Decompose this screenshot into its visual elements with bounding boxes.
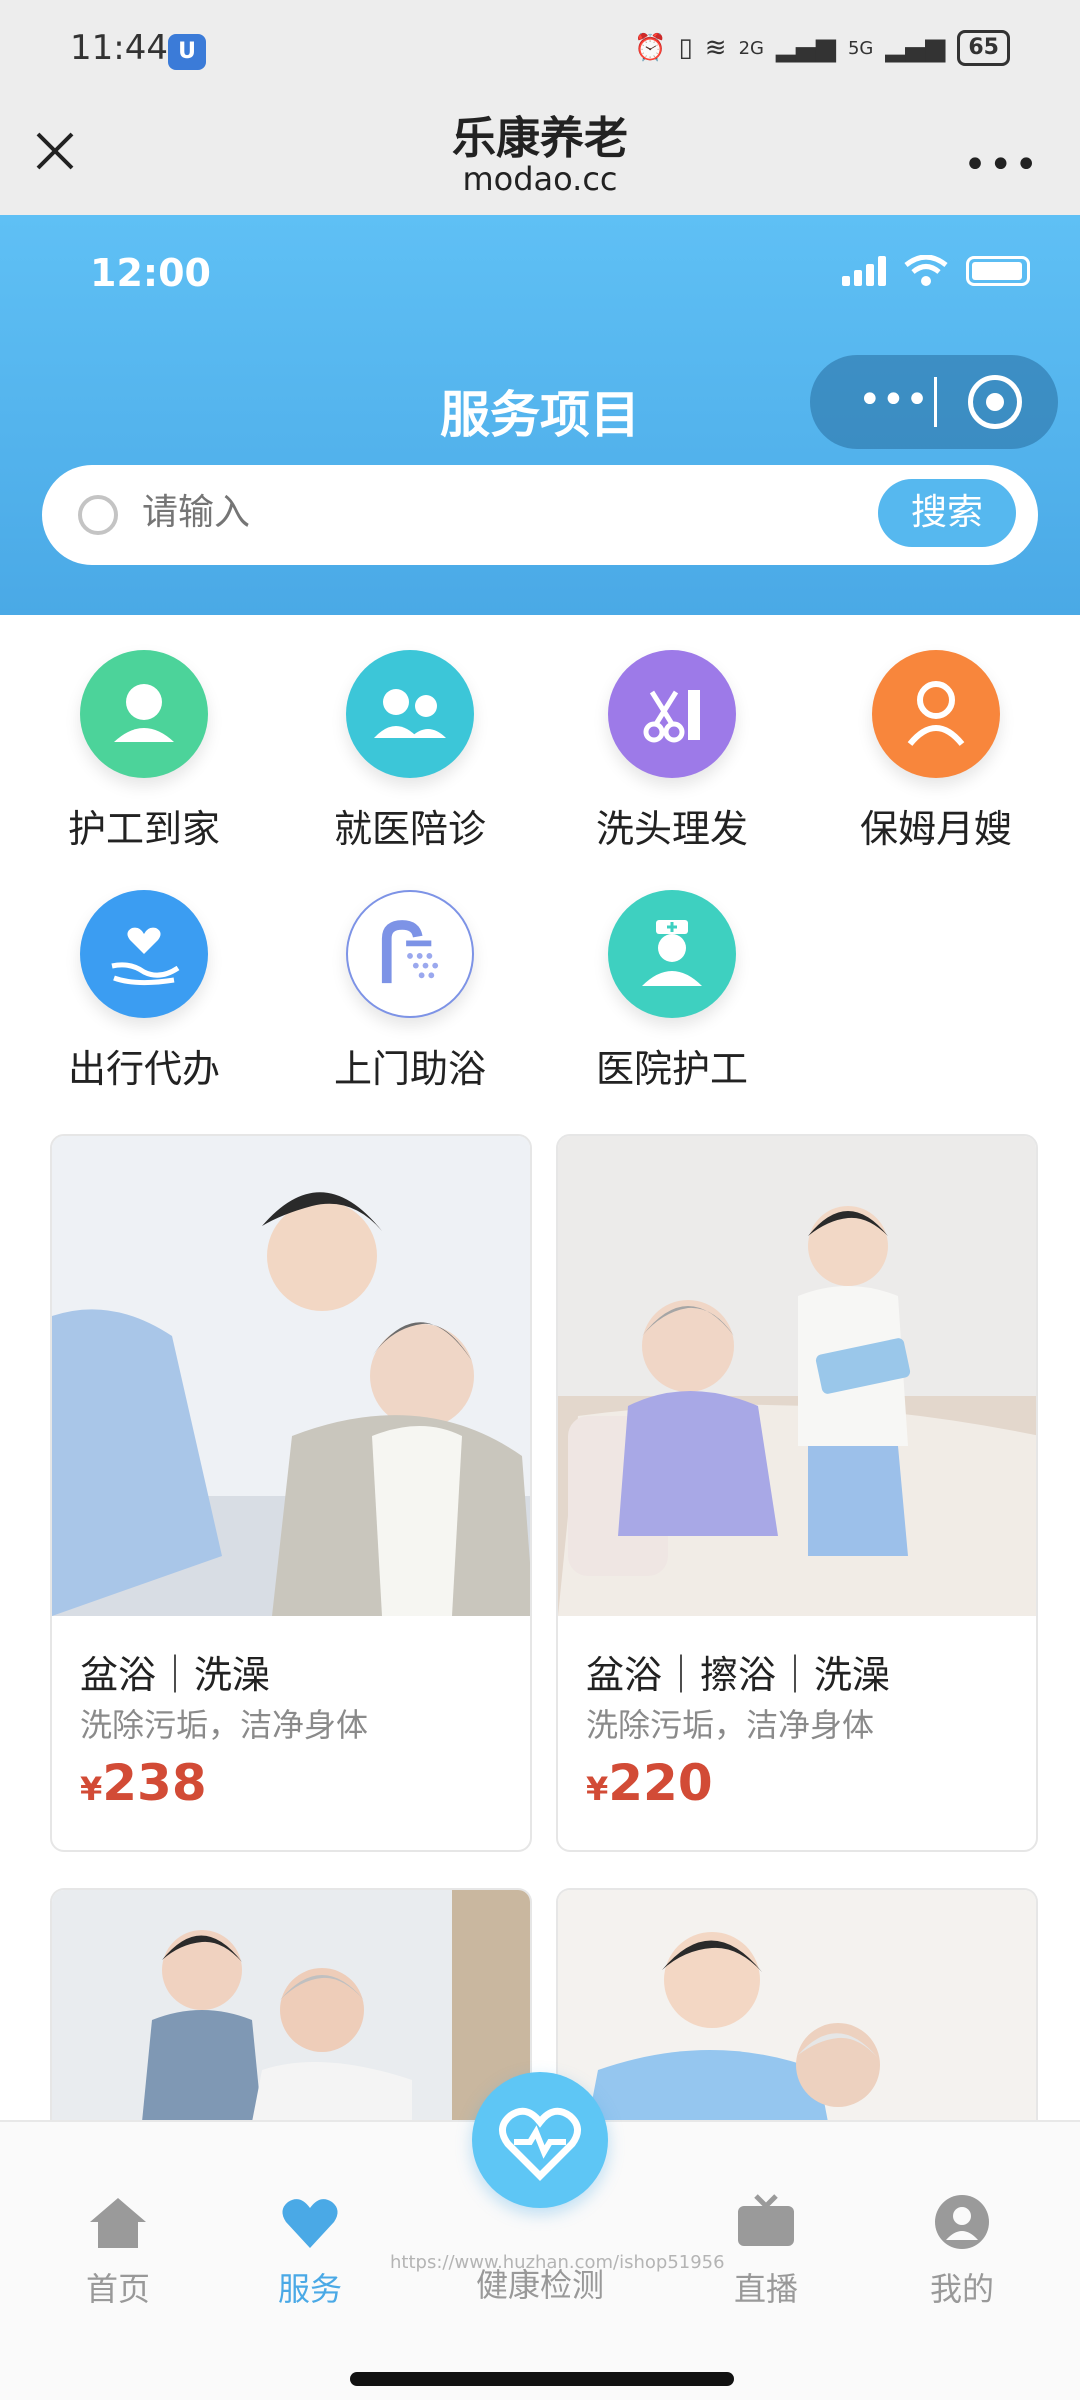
network-label-2: 5G bbox=[847, 37, 874, 59]
service-haircut[interactable]: 洗头理发 bbox=[542, 650, 802, 853]
cellular-signal-icon bbox=[842, 256, 886, 286]
system-time: 11:44 bbox=[70, 28, 168, 68]
tab-label: 首页 bbox=[85, 2270, 150, 2308]
signal-icon-1: ▂▄▆ bbox=[775, 33, 836, 63]
service-hospital-caregiver[interactable]: 医院护工 bbox=[542, 890, 802, 1093]
nurse-icon bbox=[608, 890, 736, 1018]
heart-pulse-icon bbox=[499, 2107, 581, 2181]
menu-dots-icon[interactable]: ••• bbox=[858, 377, 929, 423]
user-icon bbox=[935, 2195, 989, 2249]
search-button[interactable]: 搜索 bbox=[878, 479, 1016, 547]
service-label: 保姆月嫂 bbox=[859, 807, 1012, 851]
mini-program-capsule[interactable]: ••• bbox=[810, 355, 1058, 449]
service-caregiver-home[interactable]: 护工到家 bbox=[14, 650, 274, 853]
system-icons: ⏰ ▯ ≋ 2G ▂▄▆ 5G ▂▄▆ 65 bbox=[634, 30, 1010, 66]
product-card[interactable] bbox=[556, 1888, 1038, 2120]
price-value: 238 bbox=[102, 1754, 207, 1812]
product-description: 洗除污垢，洁净身体 bbox=[586, 1706, 875, 1744]
more-options-icon[interactable]: ••• bbox=[963, 142, 1040, 188]
tab-service[interactable]: 服务 bbox=[240, 2192, 380, 2310]
network-label-1: 2G bbox=[738, 37, 764, 59]
product-price: ¥220 bbox=[586, 1754, 713, 1812]
tab-live[interactable]: 直播 bbox=[696, 2192, 836, 2310]
wifi-icon bbox=[904, 255, 948, 286]
product-name: 盆浴｜擦浴｜洗澡 bbox=[586, 1653, 891, 1697]
product-image bbox=[52, 1136, 530, 1616]
mini-program-title: 乐康养老 bbox=[452, 113, 628, 164]
app-header: 12:00 服务项目 ••• 搜索 bbox=[0, 215, 1080, 615]
app-status-time: 12:00 bbox=[90, 251, 211, 295]
bottom-tab-bar: 首页 服务 健康检测 直播 我的 https://www.huzhan.com/… bbox=[0, 2072, 1080, 2400]
service-label: 医院护工 bbox=[595, 1047, 748, 1091]
service-grid: 护工到家 就医陪诊 洗头理发 保姆月嫂 出行代办 上门助浴 医院护工 bbox=[0, 615, 1080, 1115]
mini-program-header: 乐康养老 modao.cc ••• bbox=[0, 100, 1080, 215]
search-bar: 搜索 bbox=[42, 465, 1038, 565]
product-card[interactable]: 盆浴｜洗澡 洗除污垢，洁净身体 ¥238 bbox=[50, 1134, 532, 1852]
tab-home[interactable]: 首页 bbox=[48, 2192, 188, 2310]
service-errands[interactable]: 出行代办 bbox=[14, 890, 274, 1093]
app-status-icons bbox=[842, 255, 1030, 287]
app-notification-icon: U bbox=[168, 34, 206, 70]
scissors-comb-icon bbox=[608, 650, 736, 778]
tv-icon bbox=[738, 2194, 794, 2246]
service-label: 上门助浴 bbox=[333, 1047, 486, 1091]
home-indicator[interactable] bbox=[350, 2372, 734, 2386]
price-value: 220 bbox=[608, 1754, 713, 1812]
service-nanny[interactable]: 保姆月嫂 bbox=[806, 650, 1066, 853]
product-name: 盆浴｜洗澡 bbox=[80, 1653, 271, 1697]
currency-symbol: ¥ bbox=[586, 1770, 609, 1808]
wifi-status-icon: ≋ bbox=[704, 33, 727, 63]
product-card[interactable]: 盆浴｜擦浴｜洗澡 洗除污垢，洁净身体 ¥220 bbox=[556, 1134, 1038, 1852]
alarm-icon: ⏰ bbox=[634, 33, 667, 63]
caregiver-icon bbox=[80, 650, 208, 778]
product-image bbox=[52, 1890, 530, 2120]
battery-indicator: 65 bbox=[957, 30, 1010, 66]
search-icon bbox=[78, 495, 118, 535]
product-image bbox=[558, 1136, 1036, 1616]
capsule-divider bbox=[934, 377, 937, 427]
tab-mine[interactable]: 我的 bbox=[892, 2192, 1032, 2310]
nanny-icon bbox=[872, 650, 1000, 778]
product-description: 洗除污垢，洁净身体 bbox=[80, 1706, 369, 1744]
signal-icon-2: ▂▄▆ bbox=[885, 33, 946, 63]
health-check-button[interactable] bbox=[472, 2072, 608, 2208]
shower-icon bbox=[346, 890, 474, 1018]
currency-symbol: ¥ bbox=[80, 1770, 103, 1808]
heart-icon bbox=[282, 2199, 338, 2248]
system-status-bar: 11:44 U ⏰ ▯ ≋ 2G ▂▄▆ 5G ▂▄▆ 65 bbox=[0, 0, 1080, 100]
service-label: 就医陪诊 bbox=[333, 807, 486, 851]
search-input[interactable] bbox=[142, 491, 792, 533]
tab-health-check[interactable]: 健康检测 bbox=[470, 2192, 610, 2306]
service-label: 出行代办 bbox=[67, 1047, 220, 1091]
product-price: ¥238 bbox=[80, 1754, 207, 1812]
service-home-bath[interactable]: 上门助浴 bbox=[280, 890, 540, 1093]
service-label: 洗头理发 bbox=[595, 807, 748, 851]
battery-icon bbox=[966, 256, 1030, 286]
vibrate-icon: ▯ bbox=[678, 33, 693, 63]
product-image bbox=[558, 1890, 1036, 2120]
companions-icon bbox=[346, 650, 474, 778]
tab-label: 服务 bbox=[277, 2270, 342, 2308]
close-target-icon[interactable] bbox=[968, 375, 1022, 429]
heart-hand-icon bbox=[80, 890, 208, 1018]
home-icon bbox=[90, 2198, 146, 2248]
service-label: 护工到家 bbox=[67, 807, 220, 851]
tab-label: 我的 bbox=[929, 2270, 994, 2308]
watermark-url: https://www.huzhan.com/ishop51956 bbox=[390, 2252, 725, 2273]
product-card[interactable] bbox=[50, 1888, 532, 2120]
service-medical-escort[interactable]: 就医陪诊 bbox=[280, 650, 540, 853]
mini-program-domain: modao.cc bbox=[462, 160, 618, 198]
